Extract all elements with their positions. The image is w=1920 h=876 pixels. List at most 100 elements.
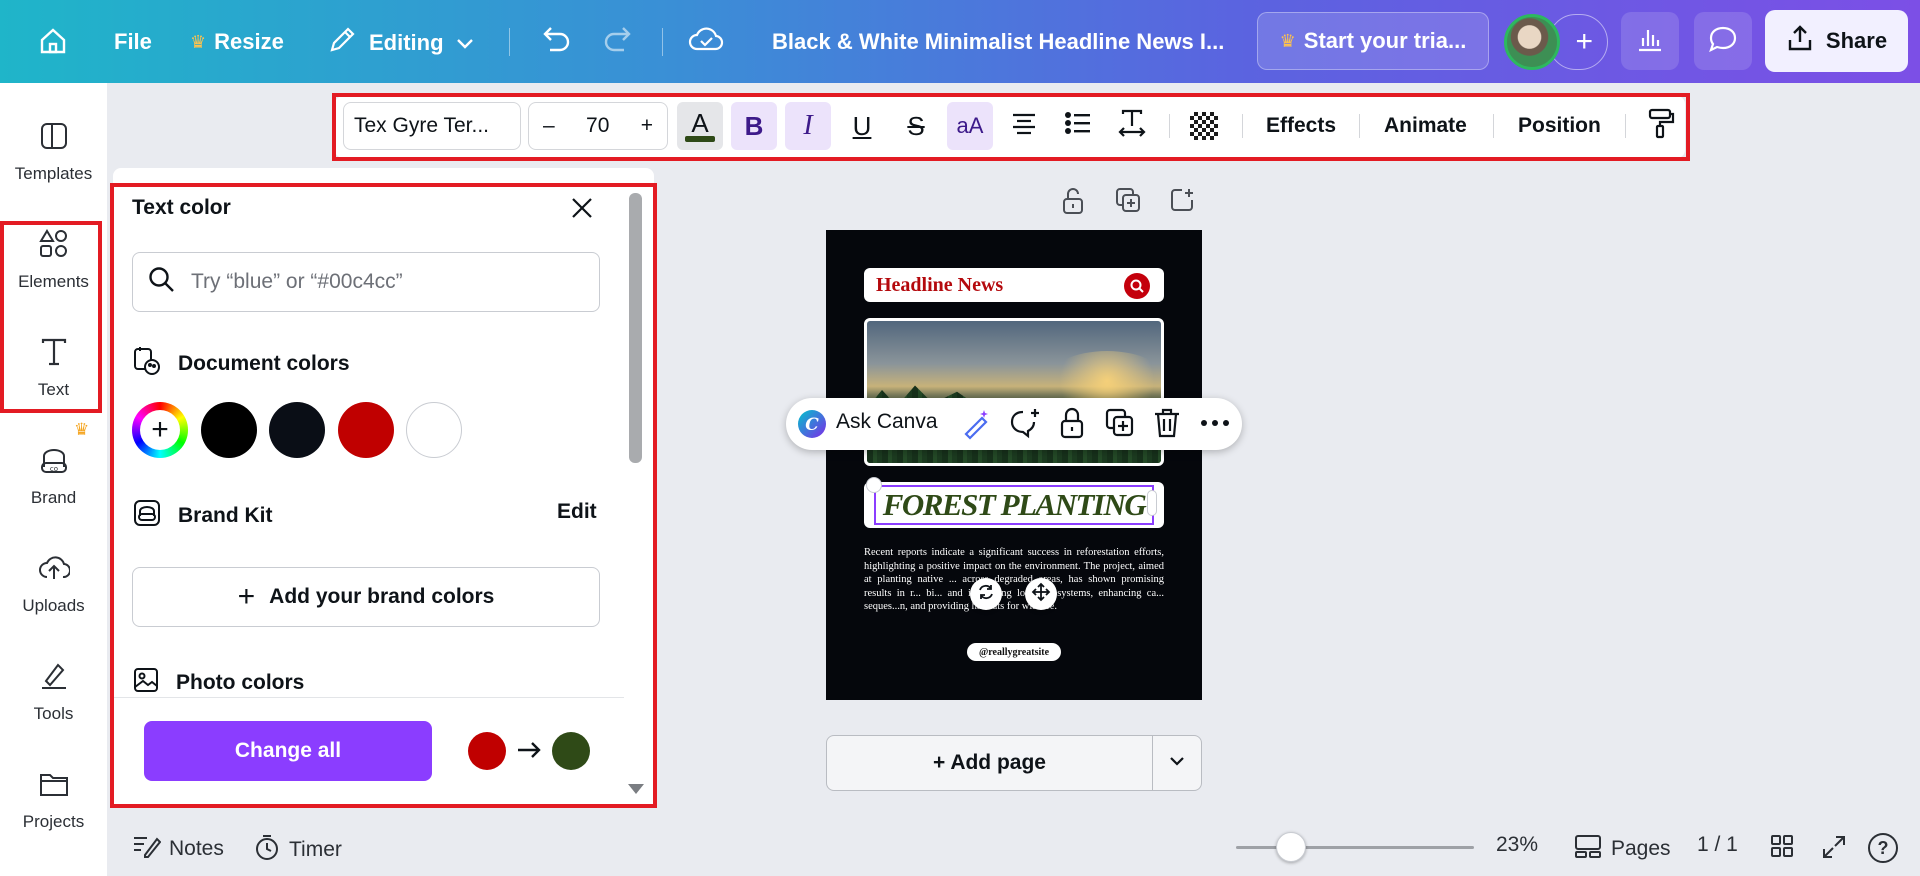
bold-button[interactable]: B — [731, 102, 777, 150]
pages-button[interactable]: Pages — [1573, 833, 1671, 865]
alignment-button[interactable] — [1001, 102, 1047, 150]
add-page-icon-button[interactable] — [1168, 186, 1196, 219]
rail-label: Brand — [30, 488, 77, 507]
increase-size-button[interactable]: + — [641, 114, 653, 138]
ask-canva-button[interactable]: Ask Canva — [836, 410, 938, 434]
editing-label: Editing — [369, 30, 444, 55]
resize-button[interactable]: ♛ Resize — [190, 29, 284, 55]
zoom-slider-handle[interactable] — [1275, 832, 1306, 862]
cloud-check-icon — [688, 24, 724, 60]
avatar[interactable] — [1504, 14, 1560, 70]
help-button[interactable]: ? — [1868, 833, 1898, 863]
text-color-icon: A — [691, 108, 709, 138]
scroll-down-icon[interactable] — [628, 784, 644, 794]
document-color-swatch[interactable] — [269, 402, 325, 458]
divider — [1625, 114, 1626, 138]
add-comment-icon[interactable] — [1008, 406, 1042, 445]
close-button[interactable] — [568, 194, 596, 227]
copy-style-button[interactable] — [1638, 102, 1684, 150]
add-brand-colors-button[interactable]: + Add your brand colors — [132, 567, 600, 627]
divider — [509, 28, 510, 56]
rail-item-tools[interactable]: Tools — [0, 656, 107, 724]
more-options-icon[interactable] — [1200, 416, 1230, 434]
case-button[interactable]: aA — [947, 102, 993, 150]
resize-handle[interactable] — [1147, 490, 1157, 516]
headline-text[interactable]: Headline News — [876, 274, 1003, 297]
font-size-stepper[interactable]: – 70 + — [528, 102, 668, 150]
add-page-button[interactable]: + Add page — [826, 735, 1153, 791]
document-title[interactable]: Black & White Minimalist Headline News I… — [772, 29, 1224, 55]
fullscreen-button[interactable] — [1820, 833, 1848, 867]
magic-edit-icon[interactable] — [960, 406, 994, 445]
duplicate-page-button[interactable] — [1114, 186, 1142, 219]
share-button[interactable]: Share — [1765, 10, 1908, 72]
rail-item-uploads[interactable]: Uploads — [0, 548, 107, 616]
trash-icon[interactable] — [1152, 406, 1182, 445]
undo-icon — [538, 24, 572, 60]
document-color-swatch[interactable] — [201, 402, 257, 458]
lock-icon[interactable] — [1057, 406, 1087, 445]
rail-item-templates[interactable]: Templates — [0, 116, 107, 184]
italic-button[interactable]: I — [785, 102, 831, 150]
grid-view-button[interactable] — [1769, 833, 1795, 865]
rail-item-projects[interactable]: Projects — [0, 764, 107, 832]
panel-title: Text color — [132, 196, 231, 219]
editing-mode-dropdown[interactable]: Editing — [327, 25, 474, 61]
zoom-slider[interactable] — [1236, 846, 1474, 849]
spacing-button[interactable] — [1109, 102, 1155, 150]
notes-button[interactable]: Notes — [131, 833, 224, 865]
font-family-dropdown[interactable]: Tex Gyre Ter... — [343, 102, 521, 150]
document-color-swatch[interactable] — [406, 402, 462, 458]
help-icon: ? — [1868, 833, 1898, 863]
rail-label: Text — [37, 380, 70, 399]
plus-icon: + — [1575, 25, 1593, 58]
file-menu[interactable]: File — [114, 29, 152, 55]
move-handle[interactable] — [1025, 578, 1057, 610]
panel-scrollbar[interactable] — [629, 193, 642, 463]
add-color-button[interactable]: + — [132, 402, 188, 458]
palette-icon — [132, 345, 162, 383]
position-button[interactable]: Position — [1518, 114, 1601, 138]
change-all-button[interactable]: Change all — [144, 721, 432, 781]
duplicate-icon[interactable] — [1104, 407, 1136, 444]
body-text[interactable]: Recent reports indicate a significant su… — [864, 546, 1164, 614]
cloud-save-status[interactable] — [688, 24, 724, 60]
text-spacing-icon — [1117, 108, 1147, 145]
list-button[interactable] — [1055, 102, 1101, 150]
document-color-swatch[interactable] — [338, 402, 394, 458]
decrease-size-button[interactable]: – — [543, 114, 555, 138]
redo-button[interactable] — [602, 24, 636, 60]
color-search-input[interactable] — [191, 270, 591, 294]
tools-icon — [38, 656, 70, 696]
insights-button[interactable] — [1621, 12, 1679, 70]
effects-button[interactable]: Effects — [1266, 114, 1336, 138]
strikethrough-button[interactable]: S — [893, 102, 939, 150]
change-from-swatch — [468, 732, 506, 770]
italic-icon: I — [803, 110, 813, 141]
brand-kit-edit-link[interactable]: Edit — [557, 500, 597, 524]
rail-item-text[interactable]: Text — [0, 332, 107, 400]
animate-button[interactable]: Animate — [1384, 114, 1467, 138]
timer-button[interactable]: Timer — [253, 833, 342, 867]
rail-item-elements[interactable]: Elements — [0, 224, 107, 292]
rail-item-brand[interactable]: co Brand — [0, 440, 107, 508]
text-color-button[interactable]: A — [677, 102, 723, 150]
comments-button[interactable] — [1694, 12, 1752, 70]
start-trial-button[interactable]: ♛ Start your tria... — [1257, 12, 1489, 70]
chevron-down-icon[interactable] — [1168, 755, 1186, 774]
website-label[interactable]: @reallygreatsite — [967, 643, 1061, 661]
selection-box[interactable] — [874, 485, 1154, 525]
rail-label: Templates — [14, 164, 93, 183]
font-size-value[interactable]: 70 — [586, 114, 609, 138]
rotate-handle[interactable] — [970, 578, 1002, 610]
transparency-button[interactable] — [1181, 102, 1227, 150]
add-page-icon — [1168, 189, 1196, 218]
resize-handle[interactable] — [866, 477, 882, 493]
zoom-value[interactable]: 23% — [1496, 833, 1538, 857]
crown-icon: ♛ — [74, 420, 90, 439]
lock-page-button[interactable] — [1060, 186, 1086, 221]
undo-button[interactable] — [538, 24, 572, 60]
color-search-field[interactable] — [132, 252, 600, 312]
underline-button[interactable]: U — [839, 102, 885, 150]
home-button[interactable] — [38, 26, 68, 56]
